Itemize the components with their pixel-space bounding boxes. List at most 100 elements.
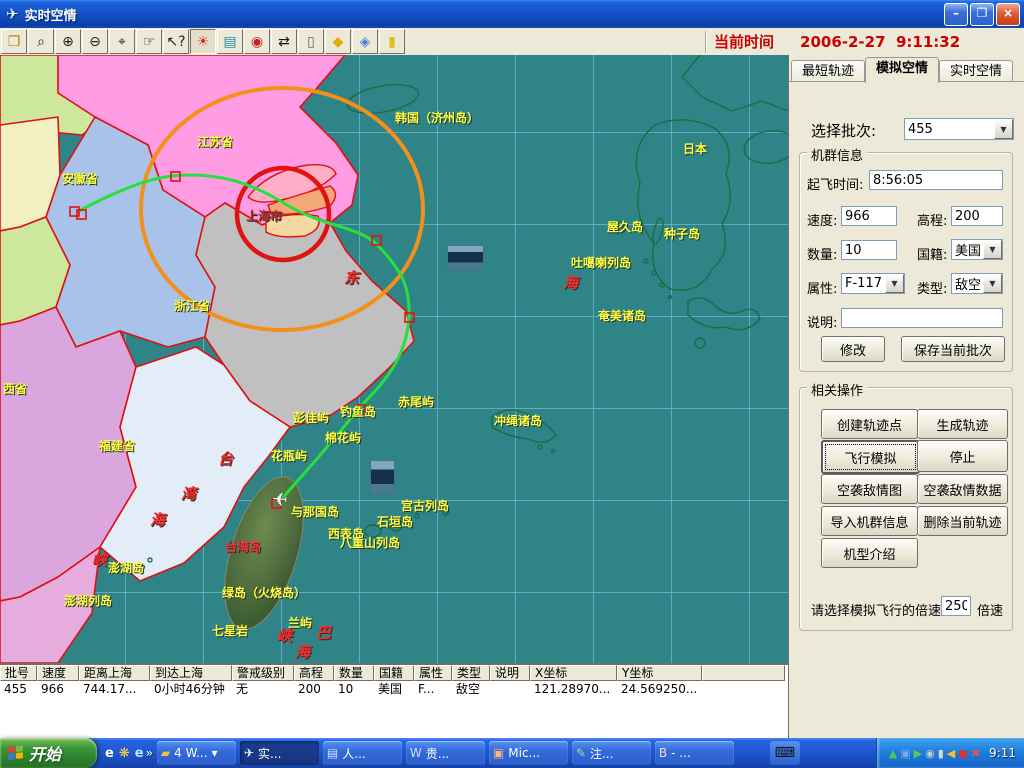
taskbar-button[interactable]: ✈实... xyxy=(240,741,319,765)
zoom-out-icon[interactable]: ⊖ xyxy=(82,29,108,54)
table-column-header[interactable]: 速度 xyxy=(37,665,79,681)
op-button-停止[interactable]: 停止 xyxy=(917,440,1008,472)
table-row[interactable]: 455966744.17...0小时46分钟无20010美国F...敌空121.… xyxy=(0,681,788,697)
op-button-空袭敌情图[interactable]: 空袭敌情图 xyxy=(821,474,918,504)
chevron-down-icon[interactable]: ▼ xyxy=(885,274,904,293)
swap-arrows-icon[interactable]: ⇄ xyxy=(271,29,297,54)
info-panel-icon[interactable]: ▤ xyxy=(217,29,243,54)
taskbar-button[interactable]: ✎注... xyxy=(572,741,651,765)
table-column-header[interactable]: 距离上海 xyxy=(79,665,150,681)
table-column-header[interactable]: 国籍 xyxy=(374,665,414,681)
modify-button[interactable]: 修改 xyxy=(821,336,885,362)
burst-icon[interactable]: ☀ xyxy=(190,29,216,54)
keyboard-layout-button[interactable]: ⌨ xyxy=(770,741,800,765)
taskbar-button[interactable]: W贵... xyxy=(406,741,485,765)
op-button-机型介绍[interactable]: 机型介绍 xyxy=(821,538,918,568)
op-button-飞行模拟[interactable]: 飞行模拟 xyxy=(821,440,920,474)
diamond-icon[interactable]: ◆ xyxy=(325,29,351,54)
chevron-more-icon[interactable]: » xyxy=(146,746,153,760)
table-column-header[interactable]: 警戒级别 xyxy=(232,665,294,681)
layers-icon[interactable]: ◈ xyxy=(352,29,378,54)
zoom-window-icon[interactable]: ⌖ xyxy=(109,29,135,54)
ship-photo-marker[interactable] xyxy=(370,460,395,494)
op-button-删除当前轨迹[interactable]: 删除当前轨迹 xyxy=(917,506,1008,536)
batch-select-combobox[interactable]: 455 ▼ xyxy=(904,118,1014,140)
taskbar-button[interactable]: ▣Mic... xyxy=(489,741,568,765)
tab-content: 选择批次: 455 ▼ 机群信息 起飞时间: 速度: 高程: 数量: 国籍: 美… xyxy=(789,81,1024,739)
quicklaunch-browser-icon[interactable]: e xyxy=(135,746,144,761)
takeoff-time-field[interactable] xyxy=(869,170,1003,190)
start-button[interactable]: 开始 xyxy=(0,738,97,768)
map-label: 七星岩 xyxy=(212,625,248,637)
type-combobox[interactable]: 敌空 ▼ xyxy=(951,273,1003,294)
chevron-down-icon[interactable]: ▼ xyxy=(983,240,1002,259)
target-icon[interactable]: ◉ xyxy=(244,29,270,54)
map-label: 西省 xyxy=(3,383,27,395)
minimize-button[interactable]: – xyxy=(944,3,968,26)
close-button[interactable]: × xyxy=(996,3,1020,26)
chevron-down-icon[interactable]: ▾ xyxy=(212,746,218,760)
table-column-header[interactable]: X坐标 xyxy=(530,665,617,681)
speed-field[interactable] xyxy=(841,206,897,226)
op-button-生成轨迹[interactable]: 生成轨迹 xyxy=(917,409,1008,439)
open-file-icon[interactable]: ❐ xyxy=(1,29,27,54)
tab-实时空情[interactable]: 实时空情 xyxy=(939,60,1013,82)
op-button-空袭敌情数据[interactable]: 空袭敌情数据 xyxy=(917,474,1008,504)
count-field[interactable] xyxy=(841,240,897,260)
table-column-header[interactable]: 属性 xyxy=(414,665,452,681)
table-cell xyxy=(702,681,785,697)
identify-icon[interactable]: ↖? xyxy=(163,29,189,54)
tray-update-icon[interactable]: ▲ xyxy=(889,748,897,759)
table-column-header[interactable]: Y坐标 xyxy=(617,665,702,681)
tab-最短轨迹[interactable]: 最短轨迹 xyxy=(791,60,865,82)
tray-alert-icon[interactable]: ✖ xyxy=(971,748,980,759)
tray-volume-aux-icon[interactable]: ◉ xyxy=(925,748,935,759)
tray-ati-icon[interactable]: ● xyxy=(958,748,968,759)
attribute-combobox[interactable]: F-117 ▼ xyxy=(841,273,905,294)
tab-模拟空情[interactable]: 模拟空情 xyxy=(865,57,939,83)
table-cell: 455 xyxy=(0,681,37,697)
aircraft-icon[interactable]: ✈ xyxy=(271,486,289,509)
operations-title: 相关操作 xyxy=(807,380,867,399)
table-column-header[interactable]: 数量 xyxy=(334,665,374,681)
ship-photo-marker[interactable] xyxy=(447,245,484,270)
taskbar-button[interactable]: ▰4 W...▾ xyxy=(157,741,236,765)
table-column-header[interactable]: 类型 xyxy=(452,665,490,681)
zoom-in-icon[interactable]: ⊕ xyxy=(55,29,81,54)
map-label: 海 xyxy=(295,645,310,660)
exit-door-icon[interactable]: ▮ xyxy=(379,29,405,54)
zoom-full-icon[interactable]: ⌕ xyxy=(28,29,54,54)
taskbar-button[interactable]: B- ... xyxy=(655,741,734,765)
tray-battery-icon[interactable]: ▮ xyxy=(938,748,944,759)
table-column-header[interactable]: 批号 xyxy=(0,665,37,681)
tray-network-icon[interactable]: ▣ xyxy=(900,748,910,759)
note-field[interactable] xyxy=(841,308,1003,328)
tray-media-icon[interactable]: ▶ xyxy=(914,748,922,759)
nation-combobox[interactable]: 美国 ▼ xyxy=(951,239,1003,260)
table-column-header[interactable]: 说明 xyxy=(490,665,530,681)
windows-flag-icon xyxy=(8,745,24,762)
op-button-导入机群信息[interactable]: 导入机群信息 xyxy=(821,506,918,536)
save-batch-button[interactable]: 保存当前批次 xyxy=(901,336,1005,362)
quicklaunch-msn-icon[interactable]: ❋ xyxy=(119,746,130,761)
table-column-header[interactable] xyxy=(702,665,785,681)
table-cell: 0小时46分钟 xyxy=(150,681,232,697)
chevron-down-icon[interactable]: ▼ xyxy=(994,119,1013,139)
folder-icon: ▰ xyxy=(161,746,170,760)
pan-hand-icon[interactable]: ☞ xyxy=(136,29,162,54)
quicklaunch-ie-icon[interactable]: e xyxy=(105,746,114,761)
system-tray: ▲▣▶◉▮◀●✖ 9:11 xyxy=(876,738,1024,768)
table-column-header[interactable]: 高程 xyxy=(294,665,334,681)
table-column-header[interactable]: 到达上海 xyxy=(150,665,232,681)
chevron-down-icon[interactable]: ▼ xyxy=(983,274,1002,293)
taskbar-button[interactable]: ▤人... xyxy=(323,741,402,765)
altitude-field[interactable] xyxy=(951,206,1003,226)
map-canvas[interactable]: 韩国（济州岛）日本江苏省安徽省上海市浙江省西省福建省屋久岛种子岛吐噶喇列岛奄美诸… xyxy=(0,55,788,663)
new-doc-icon[interactable]: ▯ xyxy=(298,29,324,54)
op-button-创建轨迹点[interactable]: 创建轨迹点 xyxy=(821,409,918,439)
sim-speed-field[interactable] xyxy=(941,596,971,616)
tray-speaker-icon[interactable]: ◀ xyxy=(947,748,955,759)
attribute-value: F-117 xyxy=(842,276,885,291)
maximize-button[interactable]: ❐ xyxy=(970,3,994,26)
map-label: 峡 xyxy=(92,553,107,568)
